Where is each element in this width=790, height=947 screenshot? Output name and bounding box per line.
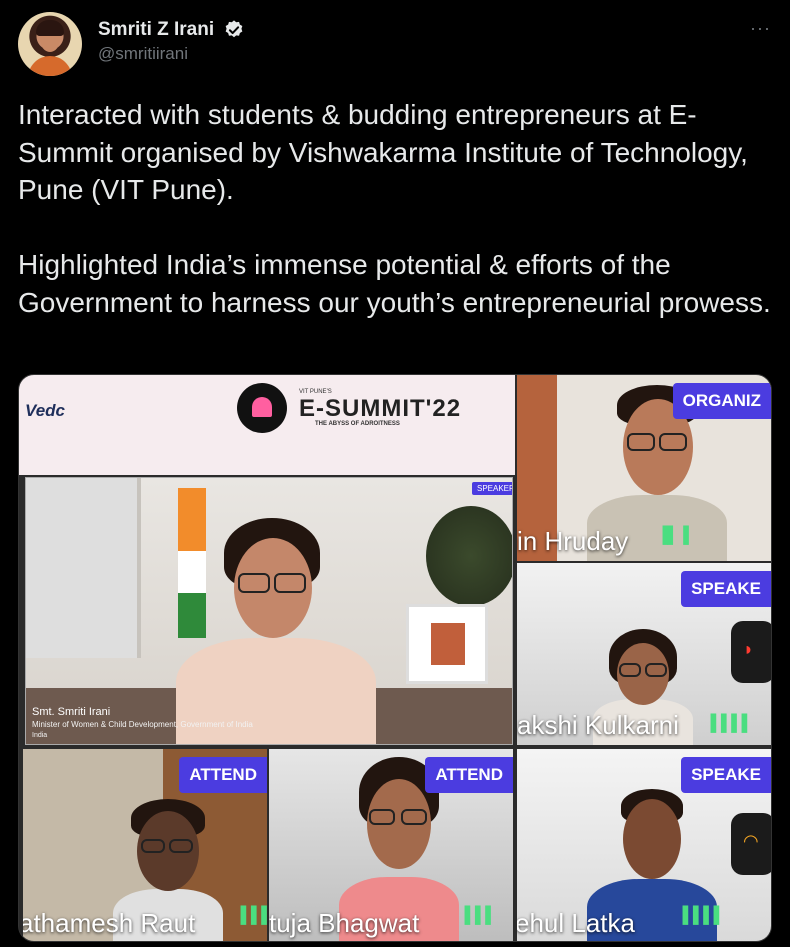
participant-name: tuja Bhagwat	[269, 908, 420, 938]
participant-tile-latka: SPEAKE ◠ ehul Latka ▐▐▐▐	[517, 749, 771, 941]
esummit-subtitle: THE ABYSS OF ADROITNESS	[315, 421, 400, 427]
more-options-icon[interactable]: ···	[750, 18, 771, 39]
organizer-tag: ORGANIZ	[672, 383, 771, 419]
glasses-right	[659, 433, 687, 451]
participant-name: akshi Kulkarni	[517, 710, 679, 740]
glasses-right	[274, 573, 306, 593]
person-face	[623, 799, 681, 879]
participant-tile-hruday: ORGANIZ in Hruday ▐▌▐	[517, 375, 771, 561]
avatar-hair	[36, 20, 64, 36]
glasses-left	[141, 839, 165, 853]
participant-tile-kulkarni: SPEAKE ◗ akshi Kulkarni ▐▐▐▐	[517, 563, 771, 745]
glasses-right	[169, 839, 193, 853]
mic-level-icon: ▐▐▐▐	[705, 715, 747, 732]
wifi-icon: ◠	[743, 831, 759, 851]
connection-button[interactable]: ◠	[731, 813, 771, 875]
speaker-tag: SPEAKE	[681, 757, 771, 793]
speaker-person	[176, 518, 376, 744]
participant-tile-raut: ATTEND athamesh Raut ▐▐▐▐	[23, 749, 267, 941]
glasses-right	[645, 663, 667, 677]
glasses-left	[627, 433, 655, 451]
speaker-caption-extra: India	[32, 732, 48, 739]
event-brand-bar: Vedc VIT PUNE'S E-SUMMIT'22 THE ABYSS OF…	[19, 375, 515, 475]
main-speaker-video: SPEAKER Smt. Smriti Irani Minister of Wo…	[25, 477, 513, 745]
participant-tile-bhagwat: ATTEND tuja Bhagwat ▐▐▐	[269, 749, 513, 941]
speaker-tag: SPEAKE	[681, 571, 771, 607]
speaker-tag: SPEAKER	[472, 482, 512, 495]
mic-level-icon: ▐▐▐▐	[677, 907, 719, 924]
participant-name: athamesh Raut	[23, 908, 196, 938]
speaker-caption-role: Minister of Women & Child Development, G…	[32, 720, 253, 729]
speaker-caption-name: Smt. Smriti Irani	[32, 706, 111, 718]
glasses-right	[401, 809, 427, 825]
tweet-paragraph-2: Highlighted India’s immense potential & …	[18, 249, 771, 318]
glasses-left	[238, 573, 270, 593]
mic-level-icon: ▐▐▐▐	[235, 907, 267, 924]
mic-muted-button[interactable]: ◗	[731, 621, 771, 683]
picture-frame	[406, 604, 488, 684]
tweet-text: Interacted with students & budding entre…	[18, 96, 778, 321]
participant-name: ehul Latka	[517, 908, 635, 938]
esummit-logo-icon	[237, 383, 287, 433]
author-handle[interactable]: @smritiirani	[98, 44, 188, 64]
tweet-paragraph-1: Interacted with students & budding entre…	[18, 99, 756, 205]
tweet-header: Smriti Z Irani @smritiirani ···	[18, 10, 778, 76]
esummit-title: E-SUMMIT'22	[299, 395, 462, 422]
mic-muted-icon: ◗	[743, 639, 754, 659]
glasses-left	[369, 809, 395, 825]
mic-level-icon: ▐▌▐	[657, 527, 689, 544]
verified-badge-icon	[225, 20, 243, 38]
glasses-left	[619, 663, 641, 677]
plant	[426, 506, 512, 606]
attendee-tag: ATTEND	[425, 757, 513, 793]
avatar-shirt	[28, 56, 72, 76]
participant-name: in Hruday	[517, 526, 629, 556]
mic-level-icon: ▐▐▐	[459, 907, 491, 924]
vedc-logo: Vedc	[25, 401, 66, 420]
tweet-media-image[interactable]: Vedc VIT PUNE'S E-SUMMIT'22 THE ABYSS OF…	[18, 374, 772, 942]
author-name[interactable]: Smriti Z Irani	[98, 19, 214, 41]
attendee-tag: ATTEND	[179, 757, 267, 793]
wall-panel	[26, 478, 141, 658]
author-avatar[interactable]	[18, 12, 82, 76]
